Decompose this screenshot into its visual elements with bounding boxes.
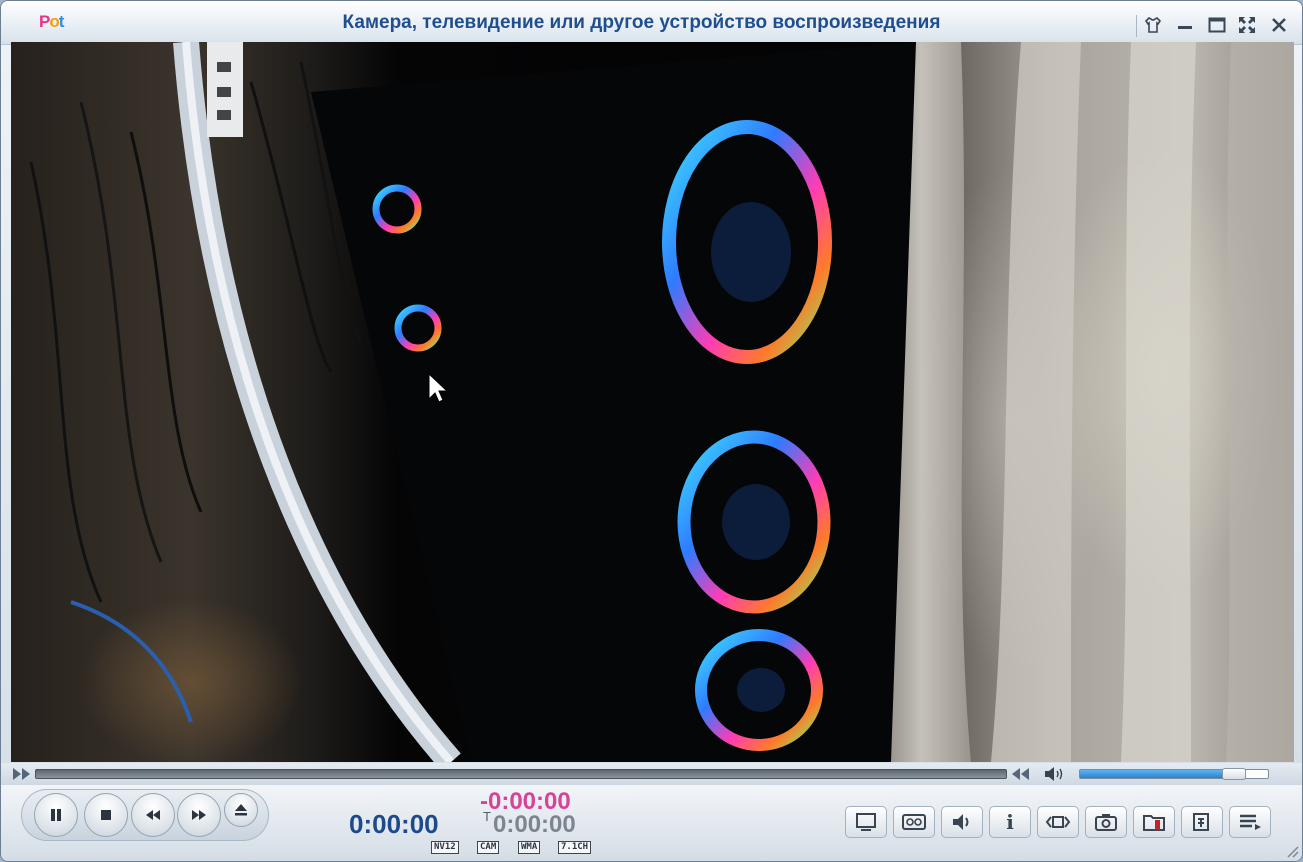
video-format-badge: NV12: [431, 841, 459, 854]
video-display[interactable]: [11, 42, 1294, 762]
preferences-icon: [1193, 813, 1209, 831]
audio-settings-button[interactable]: [941, 806, 983, 838]
rewind-icon: [146, 810, 160, 820]
aspect-ratio-button[interactable]: [1037, 806, 1079, 838]
title-bar[interactable]: Pot Камера, телевидение или другое устро…: [1, 1, 1302, 45]
fullscreen-icon: [1239, 17, 1255, 33]
aspect-ratio-icon: [1045, 816, 1071, 828]
control-bar: 0:00:00 -0:00:00 T 0:00:00 NV12 CAM WMA …: [1, 785, 1302, 861]
audio-format-badge: WMA: [518, 841, 541, 854]
volume-slider[interactable]: [1079, 768, 1269, 780]
subtitles-icon: [902, 814, 926, 830]
seek-back-icon[interactable]: [11, 767, 33, 781]
current-time[interactable]: 0:00:00: [349, 809, 439, 840]
total-time-label: T: [483, 809, 491, 824]
audio-icon: [953, 814, 969, 830]
playlist-button[interactable]: [1229, 806, 1271, 838]
screenshot-button[interactable]: [1085, 806, 1127, 838]
channels-badge: 7.1CH: [558, 841, 592, 854]
close-button[interactable]: [1266, 13, 1292, 37]
source-badge: CAM: [477, 841, 500, 854]
pause-button[interactable]: [34, 793, 78, 837]
eject-icon: [235, 804, 247, 816]
window-title: Камера, телевидение или другое устройств…: [342, 12, 941, 33]
preferences-button[interactable]: [1181, 806, 1223, 838]
maximize-icon: [1208, 17, 1226, 33]
info-icon: i: [1006, 810, 1014, 834]
screen-icon: [856, 813, 876, 831]
camera-icon: [1095, 814, 1117, 831]
stop-button[interactable]: [84, 793, 128, 837]
player-window: Pot Камера, телевидение или другое устро…: [0, 0, 1303, 862]
resize-grip-icon[interactable]: [1283, 842, 1299, 858]
seek-row: [1, 763, 1302, 785]
minimize-button[interactable]: [1172, 13, 1198, 37]
minimize-icon: [1178, 26, 1192, 29]
close-icon: [1272, 18, 1286, 32]
fast-forward-button[interactable]: [177, 793, 221, 837]
seek-forward-icon[interactable]: [1009, 767, 1031, 781]
maximize-button[interactable]: [1204, 13, 1230, 37]
playlist-icon: [1240, 814, 1261, 830]
stop-icon: [101, 810, 111, 820]
folder-icon: [1143, 815, 1165, 831]
rewind-button[interactable]: [131, 793, 175, 837]
volume-fill: [1080, 770, 1235, 778]
speaker-icon[interactable]: [1043, 766, 1065, 782]
skin-icon: [1144, 17, 1162, 33]
seek-bar[interactable]: [35, 769, 1007, 779]
total-time[interactable]: 0:00:00: [493, 811, 576, 839]
fast-forward-icon: [192, 810, 206, 820]
app-logo[interactable]: Pot: [39, 12, 83, 34]
open-folder-button[interactable]: [1133, 806, 1175, 838]
subtitles-button[interactable]: [893, 806, 935, 838]
info-button[interactable]: i: [989, 806, 1031, 838]
eject-button[interactable]: [224, 793, 258, 827]
video-frame: [29, 42, 1294, 762]
title-separator: [1136, 15, 1137, 37]
fullscreen-button[interactable]: [1234, 13, 1260, 37]
screen-control-button[interactable]: [845, 806, 887, 838]
skin-button[interactable]: [1140, 13, 1166, 37]
pause-icon: [51, 809, 61, 821]
volume-handle[interactable]: [1222, 768, 1247, 780]
